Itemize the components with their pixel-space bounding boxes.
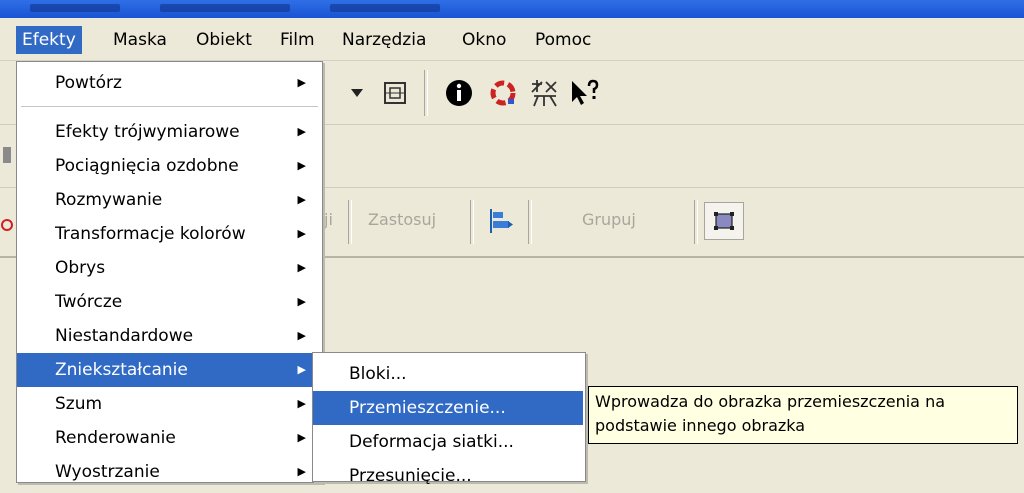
menu-item-obrys[interactable]: Obrys ▶ <box>17 251 320 285</box>
submenu-arrow-icon: ▶ <box>297 193 306 206</box>
submenu-item-deformacja-siatki[interactable]: Deformacja siatki... <box>313 425 583 459</box>
menu-item-rozmywanie[interactable]: Rozmywanie ▶ <box>17 183 320 217</box>
menu-separator <box>21 106 318 108</box>
select-frame-icon[interactable] <box>704 202 744 240</box>
tooltip: Wprowadza do obrazka przemieszczenia na … <box>588 386 1018 444</box>
menu-item-transformacje-kolorow[interactable]: Transformacje kolorów ▶ <box>17 217 320 251</box>
info-icon[interactable] <box>442 76 476 110</box>
effects-menu: Powtórz ▶ Efekty trójwymiarowe ▶ Pociągn… <box>16 61 323 483</box>
tooltip-line: Wprowadza do obrazka przemieszczenia na <box>595 392 946 411</box>
fit-frame-icon[interactable] <box>380 78 410 108</box>
toolbar-separator <box>694 200 698 244</box>
menu-item-label: Rozmywanie <box>55 190 163 210</box>
title-text-fragment <box>30 4 120 12</box>
menu-item-label: Obrys <box>55 258 106 278</box>
tool-icon[interactable] <box>0 140 14 170</box>
menu-item-label: Szum <box>55 394 103 414</box>
menu-pomoc[interactable]: Pomoc <box>529 26 597 54</box>
menu-maska[interactable]: Maska <box>107 26 173 54</box>
menu-item-label: Twórcze <box>55 292 123 312</box>
menu-item-pociagniecia-ozdobne[interactable]: Pociągnięcia ozdobne ▶ <box>17 149 320 183</box>
toolbar-separator <box>470 200 474 244</box>
submenu-arrow-icon: ▶ <box>297 295 306 308</box>
menu-efekty[interactable]: Efekty <box>16 26 82 54</box>
menu-item-efekty-trojwymiarowe[interactable]: Efekty trójwymiarowe ▶ <box>17 115 320 149</box>
title-bar <box>0 0 1024 18</box>
menu-item-znieksztalcanie[interactable]: Zniekształcanie ▶ <box>17 353 320 387</box>
apply-button[interactable]: Zastosuj <box>368 210 436 229</box>
menu-item-renderowanie[interactable]: Renderowanie ▶ <box>17 421 320 455</box>
toolbar-separator <box>528 200 532 244</box>
menu-item-label: Wyostrzanie <box>55 462 160 482</box>
menu-item-label: Niestandardowe <box>55 326 194 346</box>
target-icon[interactable] <box>486 76 520 110</box>
title-text-fragment <box>160 4 290 12</box>
menu-item-label: Efekty trójwymiarowe <box>55 122 240 142</box>
menu-item-szum[interactable]: Szum ▶ <box>17 387 320 421</box>
menu-item-label: Pociągnięcia ozdobne <box>55 156 239 176</box>
title-text-fragment <box>330 4 440 12</box>
tooltip-line: podstawie innego obrazka <box>595 416 806 435</box>
menu-item-label: Zniekształcanie <box>55 360 188 380</box>
submenu-arrow-icon: ▶ <box>297 431 306 444</box>
submenu-arrow-icon: ▶ <box>297 363 306 376</box>
submenu-arrow-icon: ▶ <box>297 159 306 172</box>
partial-button-label[interactable]: ji <box>324 210 333 229</box>
menu-item-label: Renderowanie <box>55 428 176 448</box>
menu-bar: Efekty Maska Obiekt Film Narzędzia Okno … <box>0 18 1024 61</box>
toolbar-separator <box>424 70 428 116</box>
menu-okno[interactable]: Okno <box>456 26 512 54</box>
tool-icon[interactable] <box>0 210 14 240</box>
group-button[interactable]: Grupuj <box>582 210 636 229</box>
submenu-item-przemieszczenie[interactable]: Przemieszczenie... <box>313 391 583 425</box>
menu-item-niestandardowe[interactable]: Niestandardowe ▶ <box>17 319 320 353</box>
submenu-arrow-icon: ▶ <box>297 76 306 89</box>
submenu-arrow-icon: ▶ <box>297 125 306 138</box>
submenu-item-przesuniecie[interactable]: Przesunięcie... <box>313 459 583 493</box>
submenu-arrow-icon: ▶ <box>297 397 306 410</box>
menu-item-tworcze[interactable]: Twórcze ▶ <box>17 285 320 319</box>
submenu-arrow-icon: ▶ <box>297 261 306 274</box>
distort-submenu: Bloki... Przemieszczenie... Deformacja s… <box>312 352 586 486</box>
menu-narzedzia[interactable]: Narzędzia <box>336 26 432 54</box>
toolbar-separator <box>348 200 352 244</box>
help-pointer-icon[interactable] <box>566 76 602 110</box>
align-icon[interactable] <box>482 204 518 238</box>
submenu-item-bloki[interactable]: Bloki... <box>313 357 583 391</box>
submenu-arrow-icon: ▶ <box>297 227 306 240</box>
menu-obiekt[interactable]: Obiekt <box>190 26 258 54</box>
effect-pattern-icon[interactable] <box>526 76 562 110</box>
menu-item-label: Transformacje kolorów <box>55 224 246 244</box>
menu-item-powtorz[interactable]: Powtórz ▶ <box>17 66 320 100</box>
menu-item-label: Powtórz <box>55 73 122 93</box>
menu-item-wyostrzanie[interactable]: Wyostrzanie ▶ <box>17 455 320 489</box>
submenu-arrow-icon: ▶ <box>297 465 306 478</box>
dropdown-arrow-icon[interactable] <box>342 80 372 106</box>
menu-film[interactable]: Film <box>274 26 321 54</box>
submenu-arrow-icon: ▶ <box>297 329 306 342</box>
